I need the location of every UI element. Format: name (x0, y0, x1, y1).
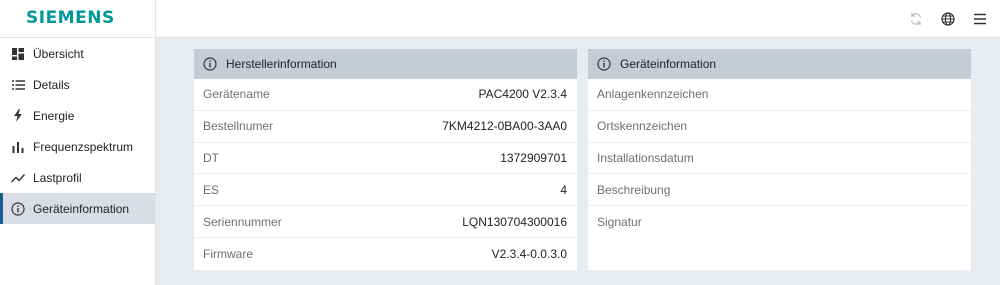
info-row: Seriennummer LQN130704300016 (194, 206, 577, 238)
manufacturer-info-panel: Herstellerinformation Gerätename PAC4200… (194, 49, 577, 270)
sidebar-item-energie[interactable]: Energie (0, 100, 155, 131)
row-label: Installationsdatum (597, 150, 694, 165)
device-info-panel: Geräteinformation Anlagenkennzeichen Ort… (588, 49, 971, 270)
logo-area: SIEMENS (0, 0, 156, 38)
row-label: Gerätename (203, 87, 270, 102)
sidebar-item-label: Energie (33, 108, 75, 123)
row-label: Anlagenkennzeichen (597, 87, 709, 102)
info-icon (203, 57, 217, 71)
list-icon (11, 78, 25, 92)
info-icon (11, 201, 25, 216)
sidebar-item-lastprofil[interactable]: Lastprofil (0, 162, 155, 193)
row-label: Beschreibung (597, 182, 671, 197)
row-label: Bestellnumer (203, 119, 274, 134)
lightning-icon (11, 109, 25, 123)
top-bar: SIEMENS (0, 0, 1000, 38)
sidebar-item-uebersicht[interactable]: Übersicht (0, 38, 155, 69)
sidebar: Übersicht Details Energie Frequenzspektr… (0, 38, 156, 285)
bar-chart-icon (11, 140, 25, 154)
row-value: 7KM4212-0BA00-3AA0 (442, 119, 567, 134)
info-row: Firmware V2.3.4-0.0.3.0 (194, 238, 577, 270)
info-icon (597, 57, 611, 71)
info-row: Bestellnumer 7KM4212-0BA00-3AA0 (194, 111, 577, 143)
panel-title: Geräteinformation (620, 57, 717, 71)
row-label: Seriennummer (203, 214, 282, 229)
row-label: DT (203, 150, 219, 165)
sidebar-item-label: Details (33, 77, 70, 92)
panel-header: Geräteinformation (588, 49, 971, 79)
sidebar-item-label: Lastprofil (33, 170, 82, 185)
info-row: Signatur (588, 206, 971, 238)
info-row: Ortskennzeichen (588, 111, 971, 143)
row-label: ES (203, 182, 220, 197)
menu-icon[interactable] (964, 0, 996, 38)
row-label: Firmware (203, 246, 253, 261)
panel-header: Herstellerinformation (194, 49, 577, 79)
row-label: Ortskennzeichen (597, 119, 688, 134)
row-value: PAC4200 V2.3.4 (478, 87, 567, 102)
info-row: Installationsdatum (588, 143, 971, 175)
siemens-logo[interactable]: SIEMENS (26, 8, 115, 28)
row-value: 1372909701 (500, 150, 567, 165)
info-row: Anlagenkennzeichen (588, 79, 971, 111)
row-value: V2.3.4-0.0.3.0 (491, 246, 567, 261)
row-label: Signatur (597, 215, 642, 230)
info-row: ES 4 (194, 174, 577, 207)
refresh-icon[interactable] (900, 0, 932, 38)
sidebar-item-geraeteinformation[interactable]: Geräteinformation (0, 193, 155, 224)
row-value: 4 (560, 182, 567, 197)
header-actions (900, 0, 1000, 38)
info-row: Gerätename PAC4200 V2.3.4 (194, 79, 577, 111)
sidebar-item-details[interactable]: Details (0, 69, 155, 100)
sidebar-item-frequenzspektrum[interactable]: Frequenzspektrum (0, 131, 155, 162)
row-value: LQN130704300016 (462, 214, 567, 229)
line-chart-icon (11, 171, 25, 185)
sidebar-item-label: Geräteinformation (33, 201, 130, 216)
sidebar-item-label: Frequenzspektrum (33, 139, 134, 154)
sidebar-item-label: Übersicht (33, 46, 84, 61)
info-row: DT 1372909701 (194, 143, 577, 175)
info-row: Beschreibung (588, 174, 971, 207)
dashboard-icon (11, 47, 25, 61)
panel-title: Herstellerinformation (226, 57, 337, 71)
globe-icon[interactable] (932, 0, 964, 38)
